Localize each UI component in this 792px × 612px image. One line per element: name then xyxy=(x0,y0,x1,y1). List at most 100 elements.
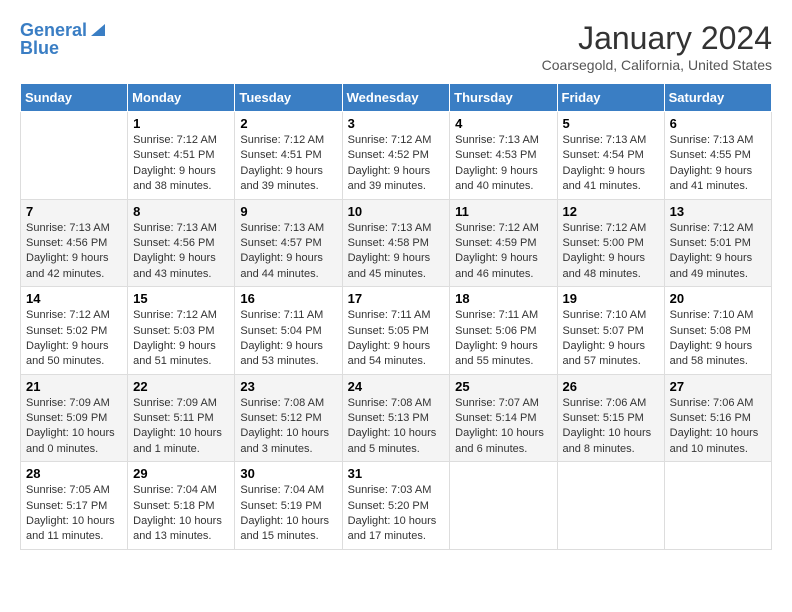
calendar-cell: 21Sunrise: 7:09 AMSunset: 5:09 PMDayligh… xyxy=(21,374,128,462)
calendar-cell: 19 Sunrise: 7:10 AMSunset: 5:07 PMDayligh… xyxy=(557,287,664,375)
day-info: Sunrise: 7:10 AMSunset: 5:08 PMDaylight:… xyxy=(670,308,766,370)
day-number: 31 xyxy=(348,466,445,481)
calendar-cell: 9 Sunrise: 7:13 AMSunset: 4:57 PMDaylight… xyxy=(235,199,342,287)
logo-blue-text: Blue xyxy=(20,38,59,60)
day-info: Sunrise: 7:06 AMSunset: 5:16 PMDaylight:… xyxy=(670,396,766,458)
calendar-cell: 16 Sunrise: 7:11 AMSunset: 5:04 PMDayligh… xyxy=(235,287,342,375)
day-info: Sunrise: 7:11 AMSunset: 5:05 PMDaylight:… xyxy=(348,308,445,370)
day-number: 7 xyxy=(26,204,122,219)
week-row-1: 1 Sunrise: 7:12 AMSunset: 4:51 PMDaylight… xyxy=(21,112,772,200)
day-number: 13 xyxy=(670,204,766,219)
day-number: 17 xyxy=(348,291,445,306)
day-number: 27 xyxy=(670,379,766,394)
day-info: Sunrise: 7:12 AMSunset: 4:51 PMDaylight:… xyxy=(133,133,229,195)
week-row-5: 28 Sunrise: 7:05 AMSunset: 5:17 PMDayligh… xyxy=(21,462,772,550)
day-info: Sunrise: 7:12 AMSunset: 4:59 PMDaylight:… xyxy=(455,221,551,283)
day-info: Sunrise: 7:13 AMSunset: 4:53 PMDaylight:… xyxy=(455,133,551,195)
day-number: 14 xyxy=(26,291,122,306)
day-info: Sunrise: 7:13 AMSunset: 4:58 PMDaylight:… xyxy=(348,221,445,283)
day-info: Sunrise: 7:12 AMSunset: 5:01 PMDaylight:… xyxy=(670,221,766,283)
day-header-wednesday: Wednesday xyxy=(342,84,450,112)
day-header-saturday: Saturday xyxy=(664,84,771,112)
calendar-cell: 24 Sunrise: 7:08 AMSunset: 5:13 PMDayligh… xyxy=(342,374,450,462)
calendar-title: January 2024 xyxy=(542,20,772,57)
calendar-cell: 30 Sunrise: 7:04 AMSunset: 5:19 PMDayligh… xyxy=(235,462,342,550)
day-number: 4 xyxy=(455,116,551,131)
day-info: Sunrise: 7:13 AMSunset: 4:56 PMDaylight:… xyxy=(26,221,122,283)
day-number: 29 xyxy=(133,466,229,481)
day-info: Sunrise: 7:08 AMSunset: 5:13 PMDaylight:… xyxy=(348,396,445,458)
day-number: 3 xyxy=(348,116,445,131)
calendar-cell: 27 Sunrise: 7:06 AMSunset: 5:16 PMDayligh… xyxy=(664,374,771,462)
calendar-cell: 8 Sunrise: 7:13 AMSunset: 4:56 PMDaylight… xyxy=(128,199,235,287)
calendar-cell xyxy=(557,462,664,550)
day-info: Sunrise: 7:13 AMSunset: 4:56 PMDaylight:… xyxy=(133,221,229,283)
calendar-cell: 10 Sunrise: 7:13 AMSunset: 4:58 PMDayligh… xyxy=(342,199,450,287)
day-info: Sunrise: 7:12 AMSunset: 5:00 PMDaylight:… xyxy=(563,221,659,283)
day-number: 22 xyxy=(133,379,229,394)
calendar-cell: 25 Sunrise: 7:07 AMSunset: 5:14 PMDayligh… xyxy=(450,374,557,462)
calendar-cell: 3 Sunrise: 7:12 AMSunset: 4:52 PMDaylight… xyxy=(342,112,450,200)
calendar-table: SundayMondayTuesdayWednesdayThursdayFrid… xyxy=(20,83,772,550)
day-header-tuesday: Tuesday xyxy=(235,84,342,112)
day-info: Sunrise: 7:13 AMSunset: 4:57 PMDaylight:… xyxy=(240,221,336,283)
day-info: Sunrise: 7:12 AMSunset: 5:03 PMDaylight:… xyxy=(133,308,229,370)
day-number: 21 xyxy=(26,379,122,394)
logo-icon xyxy=(89,20,107,38)
day-header-friday: Friday xyxy=(557,84,664,112)
day-number: 2 xyxy=(240,116,336,131)
calendar-cell: 4 Sunrise: 7:13 AMSunset: 4:53 PMDaylight… xyxy=(450,112,557,200)
day-number: 20 xyxy=(670,291,766,306)
day-number: 6 xyxy=(670,116,766,131)
day-info: Sunrise: 7:07 AMSunset: 5:14 PMDaylight:… xyxy=(455,396,551,458)
day-info: Sunrise: 7:04 AMSunset: 5:19 PMDaylight:… xyxy=(240,483,336,545)
calendar-cell: 14Sunrise: 7:12 AMSunset: 5:02 PMDayligh… xyxy=(21,287,128,375)
day-number: 10 xyxy=(348,204,445,219)
calendar-cell: 6Sunrise: 7:13 AMSunset: 4:55 PMDaylight… xyxy=(664,112,771,200)
day-number: 1 xyxy=(133,116,229,131)
calendar-cell: 2 Sunrise: 7:12 AMSunset: 4:51 PMDaylight… xyxy=(235,112,342,200)
calendar-cell: 13 Sunrise: 7:12 AMSunset: 5:01 PMDayligh… xyxy=(664,199,771,287)
day-info: Sunrise: 7:11 AMSunset: 5:06 PMDaylight:… xyxy=(455,308,551,370)
logo: General Blue xyxy=(20,20,107,59)
calendar-cell: 12 Sunrise: 7:12 AMSunset: 5:00 PMDayligh… xyxy=(557,199,664,287)
calendar-cell xyxy=(450,462,557,550)
day-number: 30 xyxy=(240,466,336,481)
day-number: 16 xyxy=(240,291,336,306)
day-number: 24 xyxy=(348,379,445,394)
day-header-thursday: Thursday xyxy=(450,84,557,112)
week-row-3: 14Sunrise: 7:12 AMSunset: 5:02 PMDayligh… xyxy=(21,287,772,375)
day-number: 12 xyxy=(563,204,659,219)
day-number: 15 xyxy=(133,291,229,306)
day-info: Sunrise: 7:10 AMSunset: 5:07 PMDaylight:… xyxy=(563,308,659,370)
calendar-cell: 15 Sunrise: 7:12 AMSunset: 5:03 PMDayligh… xyxy=(128,287,235,375)
day-header-sunday: Sunday xyxy=(21,84,128,112)
calendar-cell: 28 Sunrise: 7:05 AMSunset: 5:17 PMDayligh… xyxy=(21,462,128,550)
day-number: 9 xyxy=(240,204,336,219)
day-number: 18 xyxy=(455,291,551,306)
week-row-2: 7 Sunrise: 7:13 AMSunset: 4:56 PMDaylight… xyxy=(21,199,772,287)
day-info: Sunrise: 7:12 AMSunset: 4:51 PMDaylight:… xyxy=(240,133,336,195)
calendar-cell: 5Sunrise: 7:13 AMSunset: 4:54 PMDaylight… xyxy=(557,112,664,200)
day-info: Sunrise: 7:11 AMSunset: 5:04 PMDaylight:… xyxy=(240,308,336,370)
day-info: Sunrise: 7:08 AMSunset: 5:12 PMDaylight:… xyxy=(240,396,336,458)
day-info: Sunrise: 7:06 AMSunset: 5:15 PMDaylight:… xyxy=(563,396,659,458)
calendar-cell xyxy=(21,112,128,200)
calendar-cell: 7 Sunrise: 7:13 AMSunset: 4:56 PMDaylight… xyxy=(21,199,128,287)
calendar-cell: 20 Sunrise: 7:10 AMSunset: 5:08 PMDayligh… xyxy=(664,287,771,375)
header: General Blue January 2024 Coarsegold, Ca… xyxy=(20,20,772,73)
day-number: 8 xyxy=(133,204,229,219)
day-number: 25 xyxy=(455,379,551,394)
day-header-row: SundayMondayTuesdayWednesdayThursdayFrid… xyxy=(21,84,772,112)
day-info: Sunrise: 7:05 AMSunset: 5:17 PMDaylight:… xyxy=(26,483,122,545)
week-row-4: 21Sunrise: 7:09 AMSunset: 5:09 PMDayligh… xyxy=(21,374,772,462)
calendar-cell: 29Sunrise: 7:04 AMSunset: 5:18 PMDayligh… xyxy=(128,462,235,550)
day-number: 28 xyxy=(26,466,122,481)
calendar-cell: 31 Sunrise: 7:03 AMSunset: 5:20 PMDayligh… xyxy=(342,462,450,550)
day-number: 19 xyxy=(563,291,659,306)
day-number: 11 xyxy=(455,204,551,219)
day-info: Sunrise: 7:12 AMSunset: 4:52 PMDaylight:… xyxy=(348,133,445,195)
day-info: Sunrise: 7:03 AMSunset: 5:20 PMDaylight:… xyxy=(348,483,445,545)
calendar-cell xyxy=(664,462,771,550)
day-number: 23 xyxy=(240,379,336,394)
